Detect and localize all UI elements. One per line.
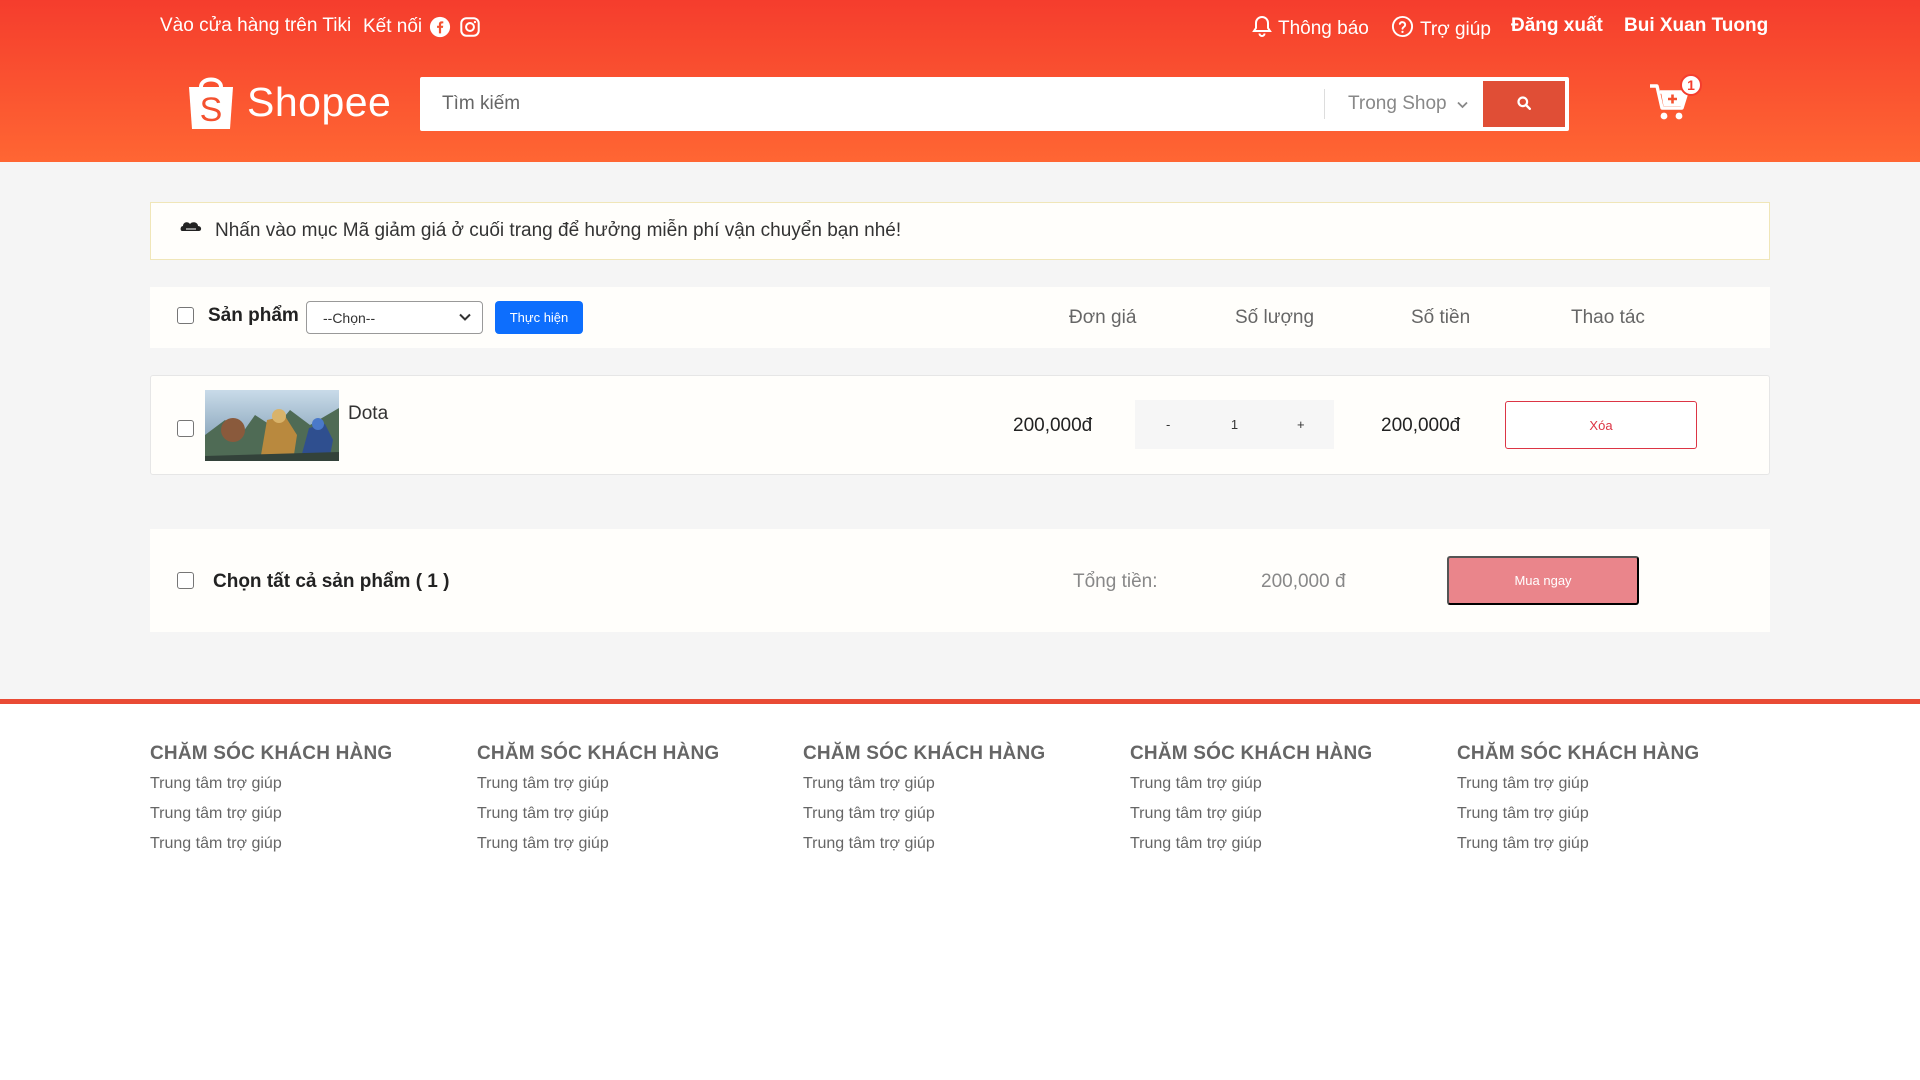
footer-link[interactable]: Trung tâm trợ giúp [1457, 829, 1757, 859]
header: Vào cửa hàng trên Tiki Kết nối Thông báo… [0, 0, 1920, 162]
select-all-header-checkbox[interactable] [177, 307, 194, 324]
help-icon [1391, 15, 1414, 44]
cart-summary: Chọn tất cả sản phẩm ( 1 ) Tổng tiền: 20… [150, 529, 1770, 632]
cart-item-row: Dota 200,000đ - 1 + 200,000đ Xóa [150, 375, 1770, 475]
quantity-stepper: - 1 + [1135, 400, 1334, 449]
username-link[interactable]: Bui Xuan Tuong [1624, 15, 1768, 37]
chevron-down-icon [458, 310, 472, 327]
logo-letter: S [200, 91, 223, 129]
column-unit-price: Đơn giá [1069, 307, 1137, 328]
select-all-checkbox[interactable] [177, 572, 194, 589]
footer-link[interactable]: Trung tâm trợ giúp [1130, 829, 1430, 859]
quantity-value[interactable]: 1 [1201, 417, 1267, 432]
footer-link[interactable]: Trung tâm trợ giúp [1457, 769, 1757, 799]
decrease-quantity-button[interactable]: - [1135, 417, 1201, 432]
column-action: Thao tác [1571, 307, 1645, 328]
promo-notice: Nhấn vào mục Mã giảm giá ở cuối trang để… [150, 202, 1770, 260]
footer-link[interactable]: Trung tâm trợ giúp [803, 769, 1103, 799]
footer-link[interactable]: Trung tâm trợ giúp [150, 769, 450, 799]
footer-link[interactable]: Trung tâm trợ giúp [803, 829, 1103, 859]
footer-link[interactable]: Trung tâm trợ giúp [477, 769, 777, 799]
product-name[interactable]: Dota [348, 403, 388, 425]
item-amount: 200,000đ [1381, 415, 1461, 436]
footer-link[interactable]: Trung tâm trợ giúp [150, 799, 450, 829]
total-label: Tổng tiền: [1073, 571, 1158, 592]
chevron-down-icon [1456, 93, 1468, 115]
footer-link[interactable]: Trung tâm trợ giúp [477, 829, 777, 859]
column-quantity: Số lượng [1235, 307, 1315, 328]
footer-column-title: CHĂM SÓC KHÁCH HÀNG [477, 743, 720, 764]
footer-column: CHĂM SÓC KHÁCH HÀNG Trung tâm trợ giúp T… [150, 743, 450, 859]
cart-count-badge: 1 [1680, 74, 1702, 96]
footer: CHĂM SÓC KHÁCH HÀNG Trung tâm trợ giúp T… [0, 699, 1920, 1080]
apply-button[interactable]: Thực hiện [495, 301, 583, 334]
product-thumbnail[interactable] [205, 390, 339, 461]
footer-link[interactable]: Trung tâm trợ giúp [150, 829, 450, 859]
facebook-icon[interactable] [428, 15, 452, 39]
search-icon [1517, 95, 1531, 113]
help-label: Trợ giúp [1420, 18, 1491, 40]
footer-column-title: CHĂM SÓC KHÁCH HÀNG [150, 743, 393, 764]
footer-column: CHĂM SÓC KHÁCH HÀNG Trung tâm trợ giúp T… [477, 743, 777, 859]
logout-link[interactable]: Đăng xuất [1511, 15, 1603, 37]
shopee-bag-icon: S [189, 77, 233, 129]
search-divider [1324, 89, 1325, 119]
top-bar: Vào cửa hàng trên Tiki Kết nối Thông báo… [0, 0, 1920, 54]
notifications-link[interactable]: Thông báo [1252, 15, 1369, 43]
column-product: Sản phẩm [208, 305, 299, 326]
bulk-action-select[interactable]: --Chọn-- [306, 301, 483, 334]
cart-table-header: Sản phẩm --Chọn-- Thực hiện Đơn giá Số l… [150, 287, 1770, 348]
footer-column: CHĂM SÓC KHÁCH HÀNG Trung tâm trợ giúp T… [803, 743, 1103, 859]
instagram-icon[interactable] [458, 15, 482, 39]
footer-link[interactable]: Trung tâm trợ giúp [803, 799, 1103, 829]
increase-quantity-button[interactable]: + [1268, 417, 1334, 432]
help-link[interactable]: Trợ giúp [1391, 15, 1491, 44]
item-checkbox[interactable] [177, 420, 194, 437]
bell-icon [1252, 15, 1272, 43]
search-bar: Trong Shop [420, 77, 1569, 131]
brand-name: Shopee [247, 78, 392, 125]
footer-column: CHĂM SÓC KHÁCH HÀNG Trung tâm trợ giúp T… [1457, 743, 1757, 859]
item-unit-price: 200,000đ [1013, 415, 1093, 436]
footer-link[interactable]: Trung tâm trợ giúp [1130, 799, 1430, 829]
connect-label: Kết nối [363, 16, 423, 37]
select-all-label: Chọn tất cả sản phẩm ( 1 ) [213, 571, 450, 592]
notifications-label: Thông báo [1278, 18, 1369, 39]
search-scope-dropdown[interactable]: Trong Shop [1348, 77, 1468, 131]
shopee-logo[interactable]: S Shopee [185, 71, 391, 133]
tiki-store-link[interactable]: Vào cửa hàng trên Tiki [160, 15, 351, 37]
search-button[interactable] [1483, 81, 1565, 127]
total-value: 200,000 đ [1261, 571, 1346, 592]
footer-column-title: CHĂM SÓC KHÁCH HÀNG [1130, 743, 1373, 764]
footer-link[interactable]: Trung tâm trợ giúp [1457, 799, 1757, 829]
footer-link[interactable]: Trung tâm trợ giúp [1130, 769, 1430, 799]
promo-icon [179, 220, 203, 242]
footer-column-title: CHĂM SÓC KHÁCH HÀNG [803, 743, 1046, 764]
column-amount: Số tiền [1411, 307, 1471, 328]
search-input[interactable] [420, 77, 1325, 131]
promo-notice-text: Nhấn vào mục Mã giảm giá ở cuối trang để… [215, 220, 902, 241]
footer-column-title: CHĂM SÓC KHÁCH HÀNG [1457, 743, 1700, 764]
footer-link[interactable]: Trung tâm trợ giúp [477, 799, 777, 829]
connect-group: Kết nối [363, 15, 482, 39]
delete-item-button[interactable]: Xóa [1505, 401, 1697, 449]
search-scope-label: Trong Shop [1348, 93, 1447, 114]
buy-now-button[interactable]: Mua ngay [1447, 556, 1639, 605]
footer-column: CHĂM SÓC KHÁCH HÀNG Trung tâm trợ giúp T… [1130, 743, 1430, 859]
bulk-action-selected: --Chọn-- [323, 309, 376, 326]
